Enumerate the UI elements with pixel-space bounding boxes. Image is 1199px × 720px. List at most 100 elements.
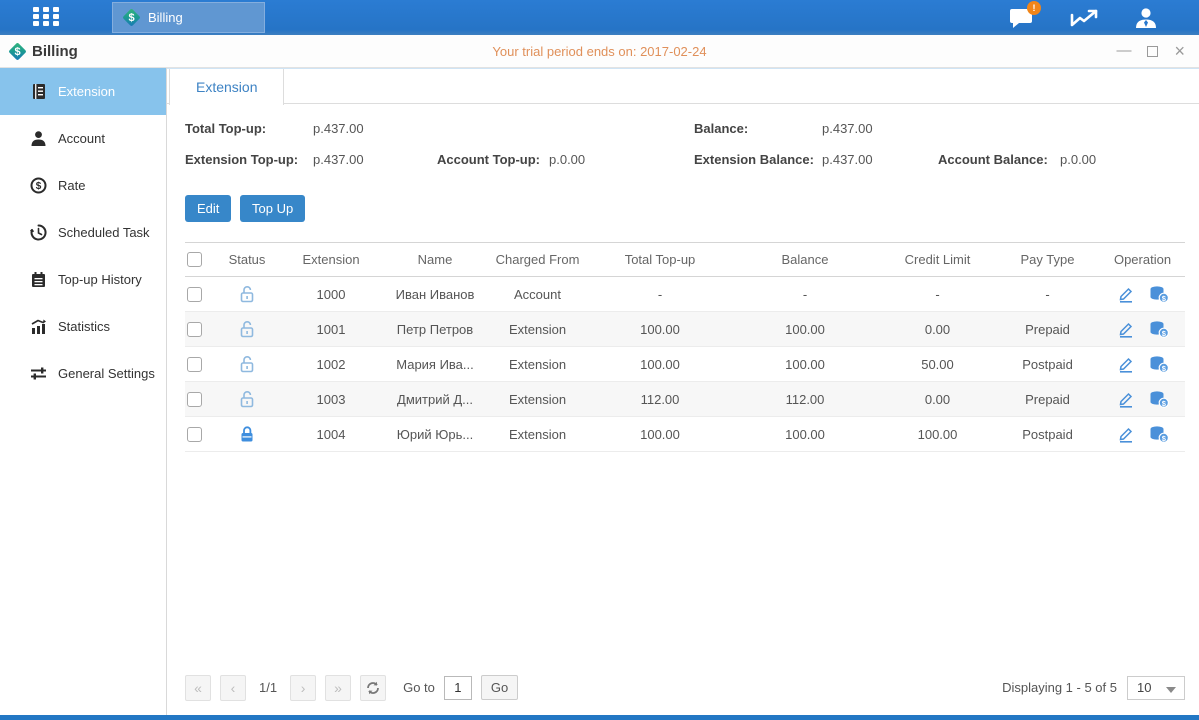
sidebar-item-general-settings[interactable]: General Settings: [0, 350, 166, 397]
app-tab-billing[interactable]: $ Billing: [112, 2, 265, 33]
close-button[interactable]: ×: [1174, 41, 1185, 61]
top-up-row-icon[interactable]: $: [1149, 355, 1169, 373]
cell-credit-limit: 100.00: [880, 427, 995, 442]
page-indicator: 1/1: [259, 680, 277, 695]
ledger-icon: [30, 83, 47, 100]
cell-extension: 1003: [277, 392, 385, 407]
dollar-circle-icon: $: [30, 177, 47, 194]
app-launcher-icon[interactable]: [33, 7, 71, 29]
cell-name: Иван Иванов: [385, 287, 485, 302]
top-up-row-icon[interactable]: $: [1149, 390, 1169, 408]
sidebar-item-rate[interactable]: $ Rate: [0, 162, 166, 209]
sidebar-item-statistics[interactable]: Statistics: [0, 303, 166, 350]
col-status: Status: [217, 252, 277, 267]
sidebar-item-label: Statistics: [58, 319, 110, 334]
tab-strip: Extension: [167, 68, 1199, 104]
cell-balance: 100.00: [730, 322, 880, 337]
sidebar-item-account[interactable]: Account: [0, 115, 166, 162]
sidebar-item-label: Extension: [58, 84, 115, 99]
cell-credit-limit: 0.00: [880, 322, 995, 337]
cell-extension: 1001: [277, 322, 385, 337]
cell-total-topup: 100.00: [590, 357, 730, 372]
first-page-button[interactable]: «: [185, 675, 211, 701]
extensions-table: Status Extension Name Charged From Total…: [185, 242, 1185, 452]
top-up-row-icon[interactable]: $: [1149, 320, 1169, 338]
window-title-bar: $ Billing Your trial period ends on: 201…: [0, 35, 1199, 68]
account-balance-label: Account Balance:: [938, 152, 1048, 167]
sidebar-item-label: Account: [58, 131, 105, 146]
refresh-button[interactable]: [360, 675, 386, 701]
top-app-bar: $ Billing !: [0, 0, 1199, 35]
go-button[interactable]: Go: [481, 675, 518, 700]
user-account-icon[interactable]: [1131, 6, 1161, 30]
main-content: Extension Total Top-up: p.437.00 Balance…: [167, 68, 1199, 715]
tab-extension[interactable]: Extension: [169, 69, 284, 105]
app-tab-label: Billing: [148, 10, 183, 25]
col-name: Name: [385, 252, 485, 267]
top-up-row-icon[interactable]: $: [1149, 425, 1169, 443]
edit-button[interactable]: Edit: [185, 195, 231, 222]
goto-page-input[interactable]: [444, 676, 472, 700]
col-balance: Balance: [730, 252, 880, 267]
sliders-icon: [30, 365, 47, 382]
next-page-button[interactable]: ›: [290, 675, 316, 701]
row-checkbox[interactable]: [187, 287, 202, 302]
total-topup-value: p.437.00: [313, 121, 364, 136]
cell-total-topup: -: [590, 287, 730, 302]
sidebar-item-extension[interactable]: Extension: [0, 68, 166, 115]
cell-pay-type: Postpaid: [995, 357, 1100, 372]
statistics-chart-icon[interactable]: [1069, 6, 1099, 30]
table-row: 1000 Иван Иванов Account - - - - $: [185, 277, 1185, 312]
edit-row-icon[interactable]: [1117, 285, 1135, 303]
account-topup-label: Account Top-up:: [437, 152, 540, 167]
prev-page-button[interactable]: ‹: [220, 675, 246, 701]
cell-balance: 112.00: [730, 392, 880, 407]
notification-badge: !: [1027, 1, 1041, 15]
lock-open-icon: [237, 319, 257, 339]
row-checkbox[interactable]: [187, 427, 202, 442]
sidebar: Extension Account $ Rate Scheduled Task: [0, 68, 167, 715]
svg-text:$: $: [36, 181, 42, 192]
select-all-checkbox[interactable]: [187, 252, 202, 267]
person-icon: [30, 130, 47, 147]
lock-open-icon: [237, 389, 257, 409]
messages-icon[interactable]: !: [1007, 6, 1037, 30]
edit-row-icon[interactable]: [1117, 320, 1135, 338]
last-page-button[interactable]: »: [325, 675, 351, 701]
row-checkbox[interactable]: [187, 357, 202, 372]
cell-charged-from: Extension: [485, 322, 590, 337]
lock-open-icon: [237, 354, 257, 374]
minimize-button[interactable]: —: [1116, 41, 1131, 61]
top-up-button[interactable]: Top Up: [240, 195, 305, 222]
clock-history-icon: [30, 224, 47, 241]
table-row: 1002 Мария Ива... Extension 100.00 100.0…: [185, 347, 1185, 382]
cell-balance: 100.00: [730, 427, 880, 442]
table-row: 1004 Юрий Юрь... Extension 100.00 100.00…: [185, 417, 1185, 452]
billing-diamond-icon: $: [123, 9, 140, 26]
edit-row-icon[interactable]: [1117, 355, 1135, 373]
table-row: 1001 Петр Петров Extension 100.00 100.00…: [185, 312, 1185, 347]
balance-label: Balance:: [694, 121, 748, 136]
cell-extension: 1002: [277, 357, 385, 372]
top-up-row-icon[interactable]: $: [1149, 285, 1169, 303]
account-balance-value: p.0.00: [1060, 152, 1096, 167]
maximize-button[interactable]: [1147, 46, 1158, 57]
account-topup-value: p.0.00: [549, 152, 585, 167]
cell-total-topup: 100.00: [590, 322, 730, 337]
page-size-select[interactable]: 10: [1127, 676, 1185, 700]
lock-open-icon: [237, 284, 257, 304]
row-checkbox[interactable]: [187, 322, 202, 337]
sidebar-item-label: Top-up History: [58, 272, 142, 287]
cell-credit-limit: -: [880, 287, 995, 302]
col-total-topup: Total Top-up: [590, 252, 730, 267]
displaying-text: Displaying 1 - 5 of 5: [1002, 680, 1117, 695]
sidebar-item-label: Scheduled Task: [58, 225, 150, 240]
trial-notice: Your trial period ends on: 2017-02-24: [0, 44, 1199, 59]
row-checkbox[interactable]: [187, 392, 202, 407]
table-row: 1003 Дмитрий Д... Extension 112.00 112.0…: [185, 382, 1185, 417]
edit-row-icon[interactable]: [1117, 425, 1135, 443]
edit-row-icon[interactable]: [1117, 390, 1135, 408]
sidebar-item-topup-history[interactable]: Top-up History: [0, 256, 166, 303]
extension-topup-value: p.437.00: [313, 152, 364, 167]
sidebar-item-scheduled-task[interactable]: Scheduled Task: [0, 209, 166, 256]
